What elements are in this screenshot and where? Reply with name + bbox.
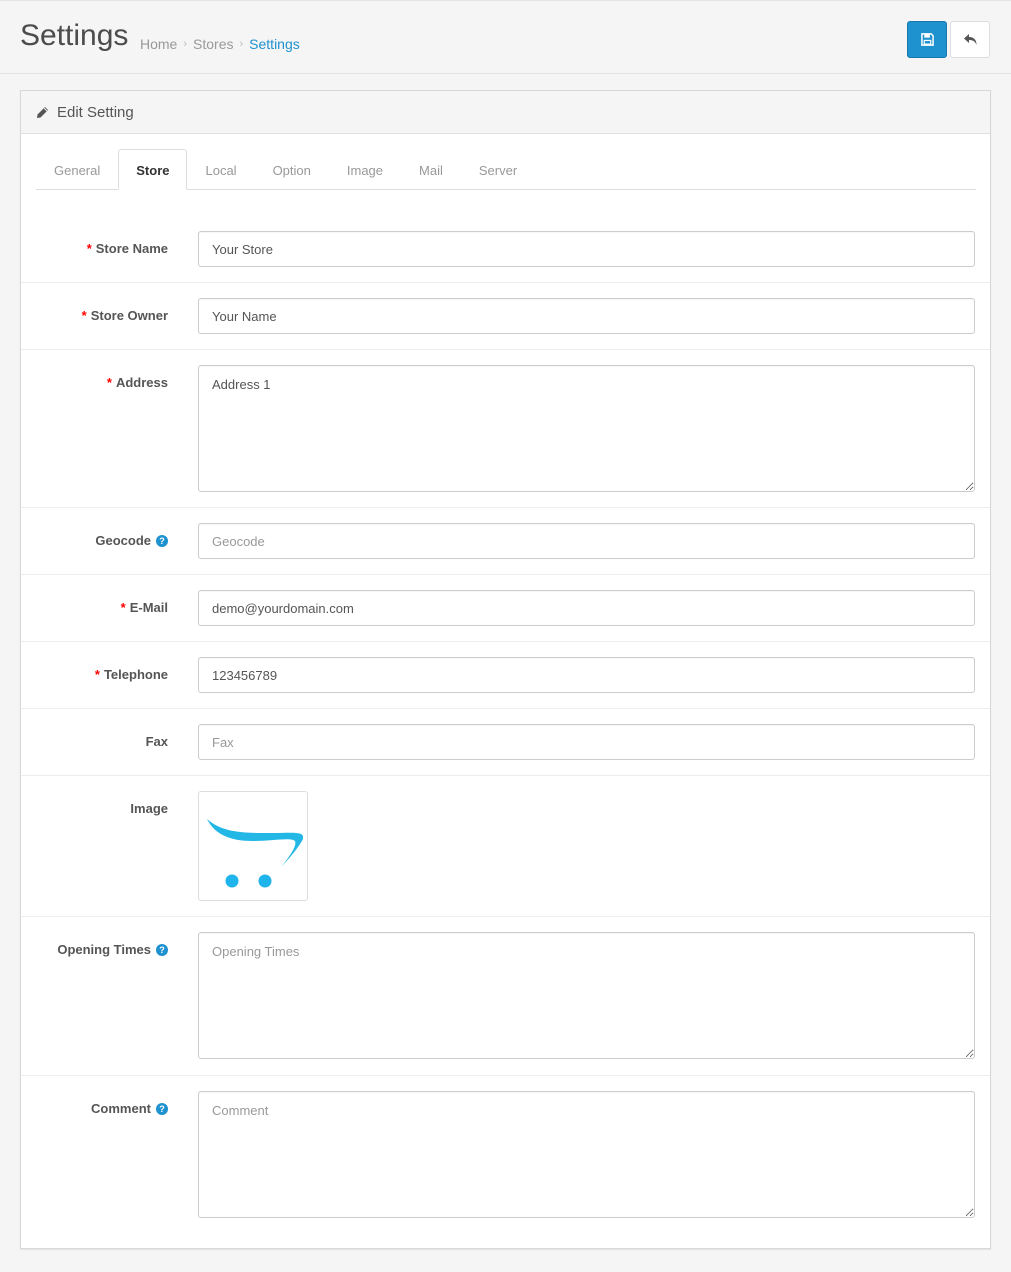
email-label: * E-Mail [120, 600, 168, 615]
help-question-icon[interactable]: ? [156, 943, 168, 956]
form-row-fax: Fax [21, 709, 990, 776]
tab-option[interactable]: Option [255, 149, 329, 190]
breadcrumb-separator-icon: › [239, 38, 244, 50]
settings-tabs: General Store Local Option Image Mail Se… [36, 149, 976, 190]
required-asterisk: * [120, 600, 126, 615]
tab-server[interactable]: Server [461, 149, 535, 190]
address-textarea[interactable]: Address 1 [198, 365, 975, 492]
form-row-store-name: * Store Name [21, 216, 990, 283]
page-header: Settings Home › Stores › Settings [0, 1, 1011, 74]
form-row-opening-times: Opening Times ? [21, 917, 990, 1076]
email-input[interactable] [198, 590, 975, 626]
tab-mail[interactable]: Mail [401, 149, 461, 190]
back-button[interactable] [950, 21, 990, 58]
tab-store[interactable]: Store [118, 149, 188, 190]
required-asterisk: * [86, 241, 92, 256]
required-asterisk: * [94, 667, 100, 682]
save-button[interactable] [907, 21, 947, 58]
store-name-input[interactable] [198, 231, 975, 267]
store-image-thumbnail[interactable] [198, 791, 308, 901]
opencart-cart-logo-icon [207, 819, 303, 888]
store-owner-label: * Store Owner [81, 308, 168, 323]
geocode-label: Geocode ? [95, 533, 168, 548]
form-row-address: * Address Address 1 [21, 350, 990, 508]
floppy-disk-icon [920, 33, 934, 46]
breadcrumb-separator-icon: › [183, 38, 188, 50]
breadcrumb: Home › Stores › Settings [140, 36, 300, 52]
form-row-image: Image [21, 776, 990, 917]
tab-image[interactable]: Image [329, 149, 401, 190]
required-asterisk: * [81, 308, 87, 323]
telephone-label: * Telephone [94, 667, 168, 682]
edit-setting-panel: Edit Setting General Store Local Option … [20, 90, 991, 1249]
form-row-email: * E-Mail [21, 575, 990, 642]
page-title: Settings [20, 19, 129, 52]
tab-general[interactable]: General [36, 149, 118, 190]
tab-local[interactable]: Local [187, 149, 254, 190]
store-name-label: * Store Name [86, 241, 168, 256]
help-question-icon[interactable]: ? [156, 1102, 168, 1115]
image-label: Image [130, 801, 168, 816]
breadcrumb-settings[interactable]: Settings [249, 36, 300, 52]
comment-label: Comment ? [91, 1101, 168, 1116]
pencil-icon [37, 106, 48, 118]
required-asterisk: * [106, 375, 112, 390]
fax-input[interactable] [198, 724, 975, 760]
form-row-comment: Comment ? [21, 1076, 990, 1236]
opening-times-textarea[interactable] [198, 932, 975, 1059]
address-label: * Address [106, 375, 168, 390]
reply-arrow-icon [963, 34, 976, 45]
geocode-input[interactable] [198, 523, 975, 559]
panel-title: Edit Setting [57, 103, 134, 121]
comment-textarea[interactable] [198, 1091, 975, 1218]
breadcrumb-stores[interactable]: Stores [193, 36, 233, 52]
help-question-icon[interactable]: ? [156, 534, 168, 547]
form-row-store-owner: * Store Owner [21, 283, 990, 350]
panel-heading: Edit Setting [21, 91, 990, 134]
breadcrumb-home[interactable]: Home [140, 36, 177, 52]
store-owner-input[interactable] [198, 298, 975, 334]
opening-times-label: Opening Times ? [57, 942, 168, 957]
fax-label: Fax [145, 734, 168, 749]
form-row-geocode: Geocode ? [21, 508, 990, 575]
form-row-telephone: * Telephone [21, 642, 990, 709]
telephone-input[interactable] [198, 657, 975, 693]
